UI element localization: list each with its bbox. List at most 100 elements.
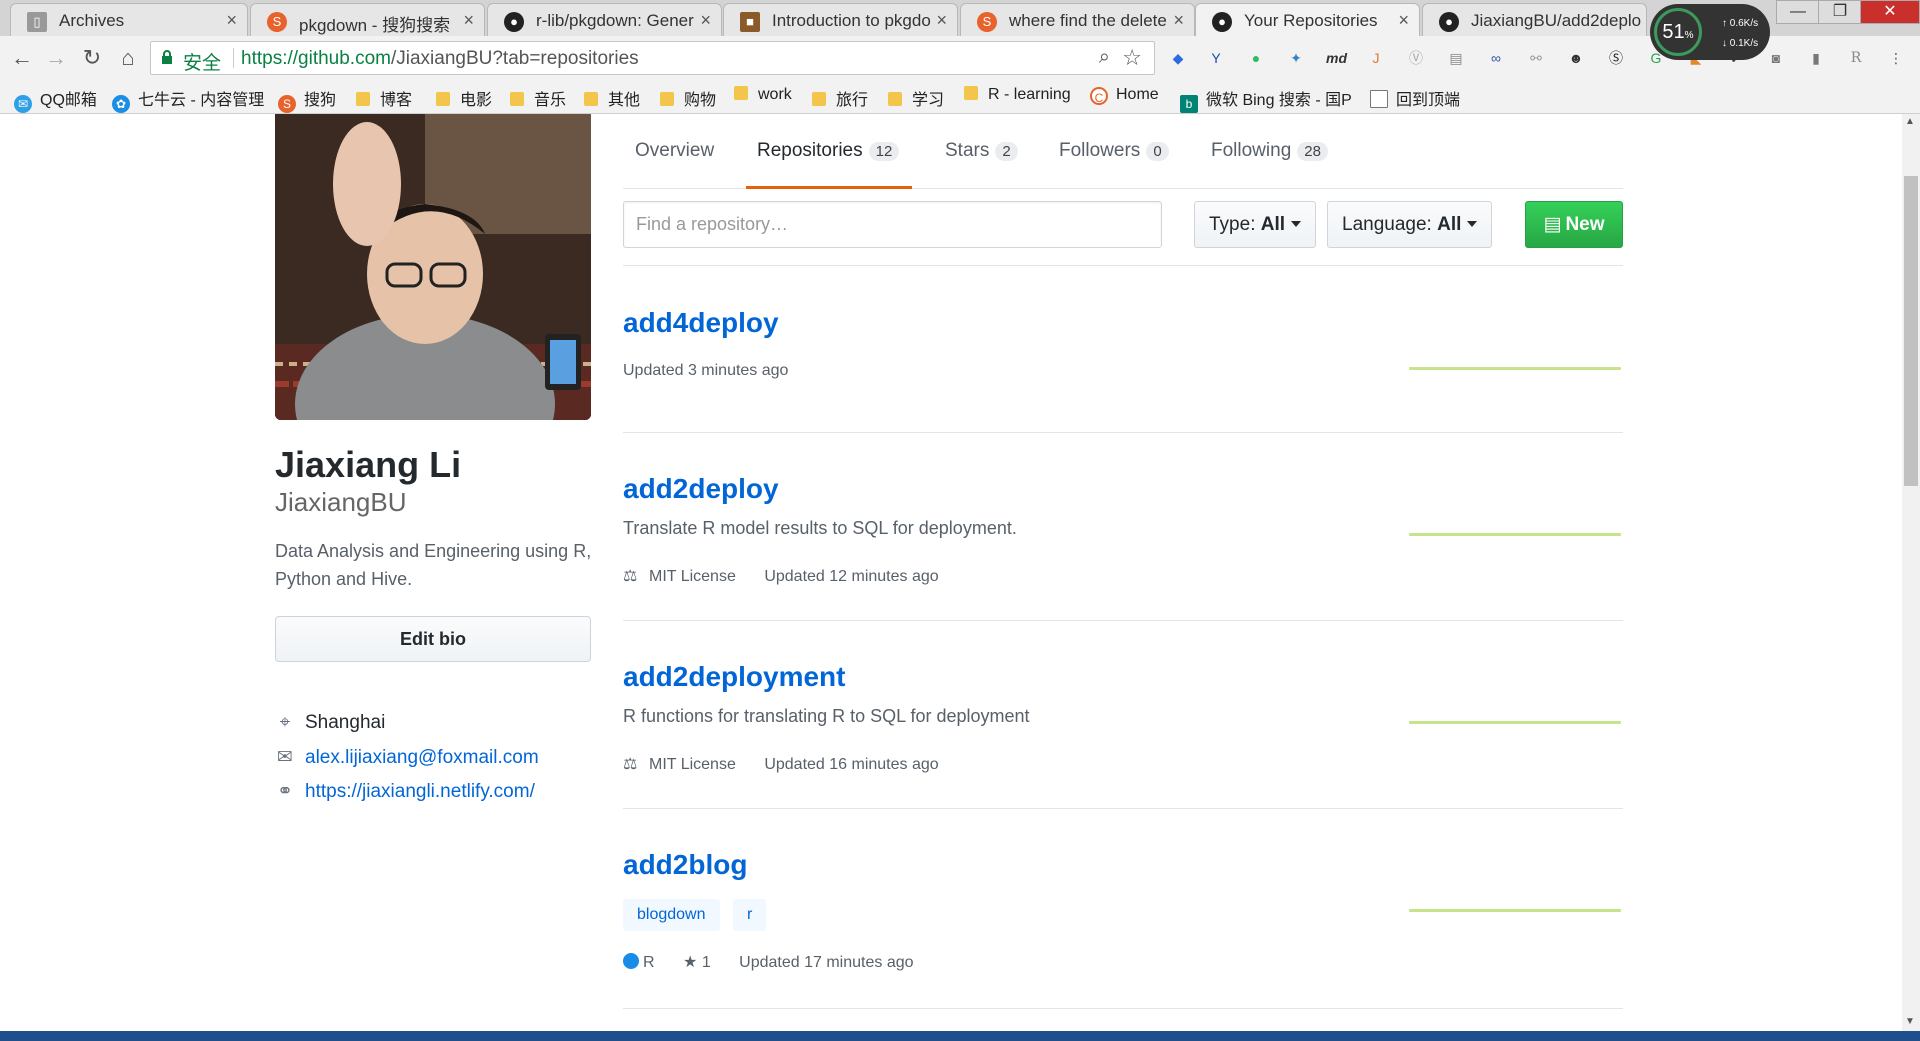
bookmark-star-icon[interactable]: ☆ bbox=[1122, 45, 1142, 71]
bookmark-folder[interactable]: R - learning bbox=[964, 86, 1071, 104]
star-icon[interactable]: ★ bbox=[683, 954, 697, 971]
browser-tab[interactable]: ■ Introduction to pkgdo × bbox=[723, 3, 958, 36]
extension-link-icon[interactable]: ⚯ bbox=[1526, 48, 1546, 68]
close-icon[interactable]: × bbox=[936, 10, 947, 31]
markdown-icon[interactable]: md bbox=[1326, 48, 1347, 68]
repo-name-link[interactable]: add4deploy bbox=[623, 307, 779, 339]
bookmark-item[interactable]: ✉ QQ邮箱 bbox=[14, 86, 97, 113]
extension-j-icon[interactable]: J bbox=[1366, 48, 1386, 68]
close-icon[interactable]: × bbox=[1398, 10, 1409, 31]
repo-language: R bbox=[643, 954, 655, 971]
window-close-button[interactable]: ✕ bbox=[1860, 0, 1920, 24]
bookmark-folder[interactable]: 购物 bbox=[660, 86, 716, 110]
repo-updated: Updated 3 minutes ago bbox=[623, 362, 789, 379]
tab-label: Repositories bbox=[757, 140, 863, 161]
tab-following[interactable]: Following 28 bbox=[1211, 140, 1328, 162]
evernote-icon[interactable]: ● bbox=[1246, 48, 1266, 68]
repo-list-item: add4deploy Updated 3 minutes ago bbox=[623, 267, 1623, 433]
bookmark-item[interactable]: S 搜狗 bbox=[278, 86, 336, 113]
repo-updated: Updated 16 minutes ago bbox=[764, 756, 939, 773]
edit-bio-button[interactable]: Edit bio bbox=[275, 616, 591, 662]
email-link[interactable]: alex.lijiaxiang@foxmail.com bbox=[305, 747, 539, 768]
language-filter-dropdown[interactable]: Language: All bbox=[1327, 201, 1493, 248]
bookmark-item[interactable]: C Home bbox=[1090, 86, 1159, 105]
bookmark-item[interactable]: 回到顶端 bbox=[1370, 86, 1460, 110]
extension-bar-icon[interactable]: ▮ bbox=[1806, 48, 1826, 68]
tab-followers[interactable]: Followers 0 bbox=[1059, 140, 1169, 162]
language-filter-value: All bbox=[1437, 214, 1462, 235]
vcard-website: ⚭ https://jiaxiangli.netlify.com/ bbox=[275, 780, 535, 803]
browser-tab-active[interactable]: ● Your Repositories × bbox=[1195, 3, 1420, 36]
caret-down-icon bbox=[1467, 221, 1478, 227]
forward-arrow-icon[interactable]: → bbox=[42, 44, 70, 72]
close-icon[interactable]: × bbox=[1173, 10, 1184, 31]
extension-v-icon[interactable]: Ⓥ bbox=[1406, 48, 1426, 68]
browser-tab[interactable]: S pkgdown - 搜狗搜索 × bbox=[250, 3, 485, 36]
extension-cat-icon[interactable]: ☻ bbox=[1566, 48, 1586, 68]
vcard-email: ✉ alex.lijiaxiang@foxmail.com bbox=[275, 746, 539, 769]
close-icon[interactable]: × bbox=[226, 10, 237, 31]
repo-name-link[interactable]: add2deploy bbox=[623, 473, 779, 505]
vcard-location: ⌖ Shanghai bbox=[275, 712, 386, 734]
sogou-icon: S bbox=[278, 95, 296, 113]
menu-icon[interactable]: ⋮ bbox=[1886, 48, 1906, 68]
bookmark-folder[interactable]: work bbox=[734, 86, 792, 104]
website-link[interactable]: https://jiaxiangli.netlify.com/ bbox=[305, 781, 535, 802]
reload-icon[interactable]: ↻ bbox=[78, 44, 106, 72]
github-icon: ● bbox=[504, 12, 524, 32]
bookmark-folder[interactable]: 博客 bbox=[356, 86, 412, 110]
extension-page-icon[interactable]: ▤ bbox=[1446, 48, 1466, 68]
extension-glasses-icon[interactable]: ∞ bbox=[1486, 48, 1506, 68]
home-c-icon: C bbox=[1090, 87, 1108, 105]
extension-s-icon[interactable]: Ⓢ bbox=[1606, 48, 1626, 68]
scroll-down-arrow-icon[interactable]: ▼ bbox=[1905, 1016, 1915, 1027]
folder-icon bbox=[888, 92, 902, 106]
tab-stars[interactable]: Stars 2 bbox=[945, 140, 1018, 162]
home-icon[interactable]: ⌂ bbox=[114, 44, 142, 72]
scroll-up-arrow-icon[interactable]: ▲ bbox=[1905, 116, 1915, 127]
find-repository-input[interactable]: Find a repository… bbox=[623, 201, 1162, 248]
camera-icon[interactable]: ◙ bbox=[1766, 48, 1786, 68]
type-filter-label: Type: bbox=[1209, 214, 1256, 235]
address-bar[interactable]: 安全 https://github.com/JiaxiangBU?tab=rep… bbox=[150, 41, 1155, 75]
browser-tab[interactable]: ● r-lib/pkgdown: Gener × bbox=[487, 3, 722, 36]
avatar[interactable] bbox=[275, 114, 591, 420]
page-scrollbar[interactable]: ▲ ▼ bbox=[1902, 114, 1920, 1031]
extension-r-icon[interactable]: R bbox=[1846, 48, 1866, 68]
bookmark-folder[interactable]: 学习 bbox=[888, 86, 944, 110]
close-icon[interactable]: × bbox=[700, 10, 711, 31]
bookmark-folder[interactable]: 其他 bbox=[584, 86, 640, 110]
bookmark-folder[interactable]: 音乐 bbox=[510, 86, 566, 110]
type-filter-dropdown[interactable]: Type: All bbox=[1194, 201, 1317, 248]
sogou-icon: S bbox=[267, 12, 287, 32]
folder-icon bbox=[660, 92, 674, 106]
zoom-icon[interactable]: ⌕ bbox=[1099, 46, 1110, 69]
extension-puzzle-icon[interactable]: ✦ bbox=[1286, 48, 1306, 68]
bookmark-folder[interactable]: 电影 bbox=[436, 86, 492, 110]
extension-y-icon[interactable]: Y bbox=[1206, 48, 1226, 68]
browser-tab[interactable]: ▯ Archives × bbox=[10, 3, 248, 36]
new-repository-button[interactable]: ▤ New bbox=[1525, 201, 1623, 248]
minimize-button[interactable]: — bbox=[1776, 0, 1820, 24]
tab-overview[interactable]: Overview bbox=[635, 140, 714, 162]
maximize-button[interactable]: ❐ bbox=[1818, 0, 1862, 24]
bookmark-folder[interactable]: 旅行 bbox=[812, 86, 868, 110]
browser-tab[interactable]: ● JiaxiangBU/add2deplo bbox=[1422, 3, 1647, 36]
bookmark-label: 博客 bbox=[380, 92, 413, 109]
topic-tag[interactable]: r bbox=[733, 899, 767, 931]
close-icon[interactable]: × bbox=[463, 10, 474, 31]
folder-icon bbox=[584, 92, 598, 106]
scrollbar-thumb[interactable] bbox=[1904, 176, 1918, 486]
bookmark-item[interactable]: b 微软 Bing 搜索 - 国P bbox=[1180, 86, 1352, 113]
extension-graduation-icon[interactable]: ◆ bbox=[1168, 48, 1188, 68]
repo-name-link[interactable]: add2blog bbox=[623, 849, 747, 881]
topic-tag[interactable]: blogdown bbox=[623, 899, 720, 931]
repo-stars[interactable]: 1 bbox=[702, 954, 711, 971]
tab-repositories[interactable]: Repositories 12 bbox=[757, 140, 900, 162]
back-arrow-icon[interactable]: ← bbox=[8, 44, 36, 72]
bookmark-item[interactable]: ✿ 七牛云 - 内容管理 bbox=[112, 86, 264, 113]
caret-down-icon bbox=[1291, 221, 1302, 227]
repo-license: MIT License bbox=[649, 568, 736, 585]
browser-tab[interactable]: S where find the delete × bbox=[960, 3, 1195, 36]
repo-name-link[interactable]: add2deployment bbox=[623, 661, 845, 693]
